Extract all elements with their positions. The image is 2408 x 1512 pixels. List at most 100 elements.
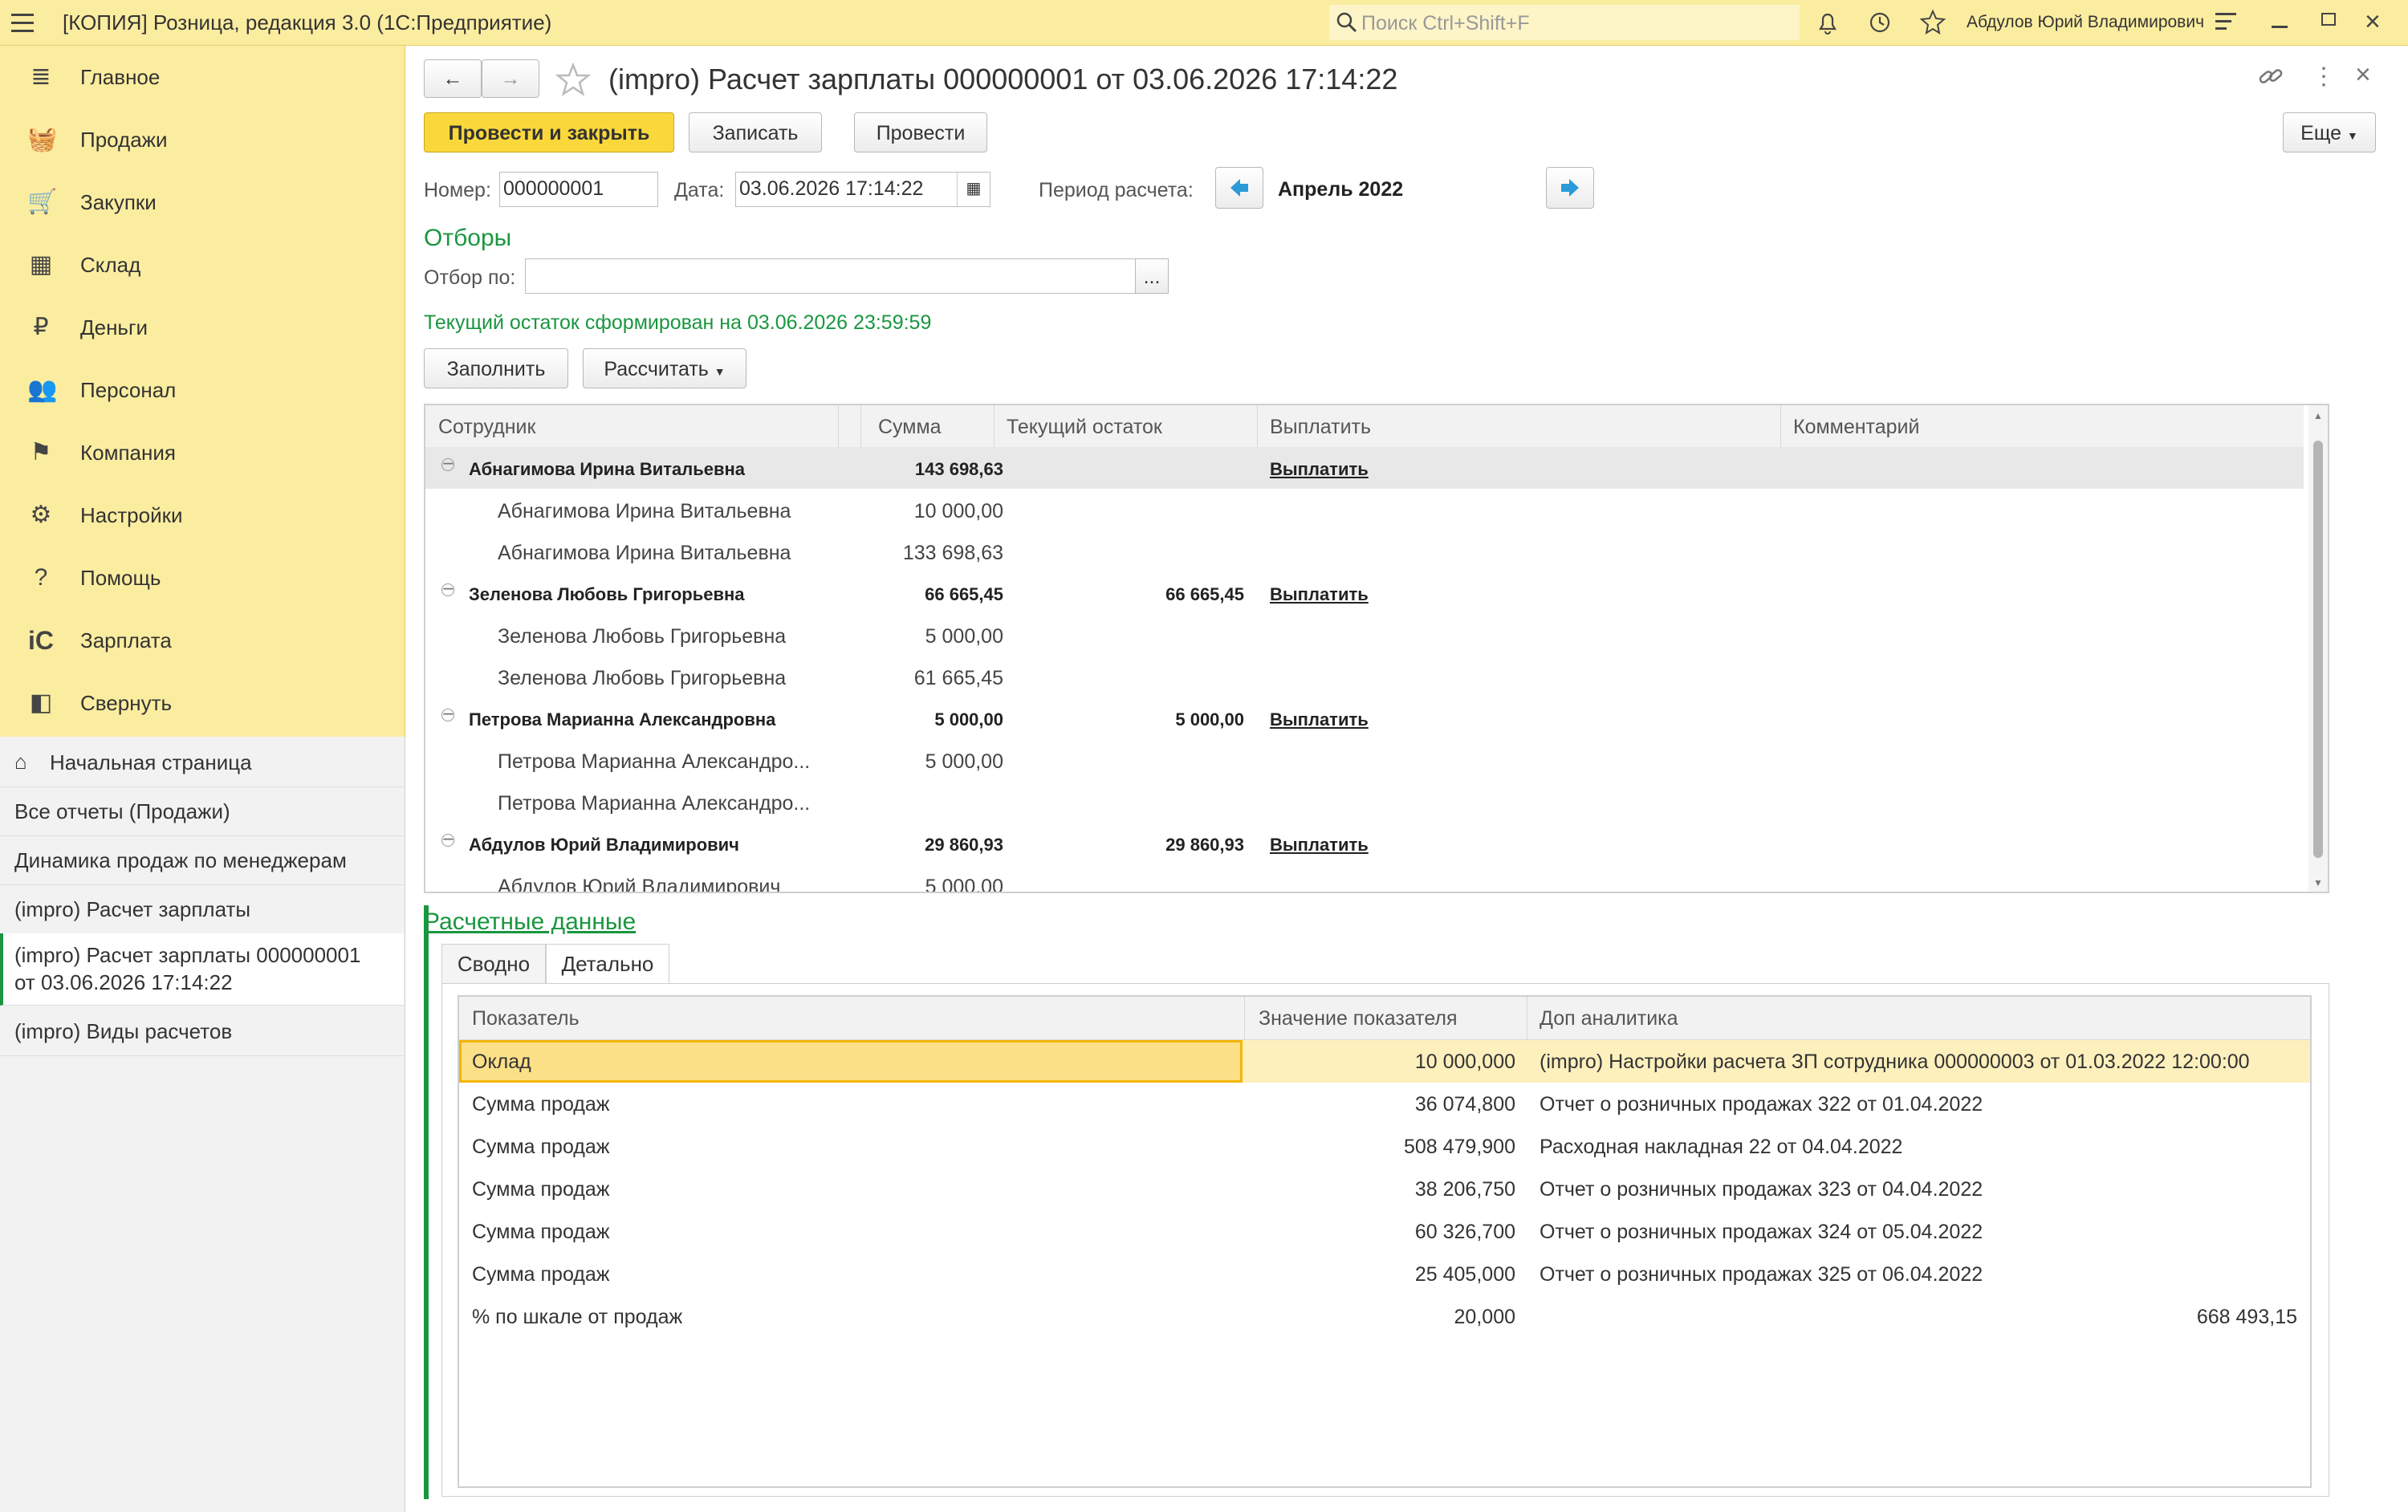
table-row[interactable]: Абнагимова Ирина Витальевна 10 000,00	[425, 489, 2304, 530]
table-row[interactable]: Сумма продаж 508 479,900 Расходная накла…	[459, 1125, 2310, 1168]
table-row[interactable]: Абдулов Юрий Владимирович 5 000,00	[425, 864, 2304, 893]
sidebar-item-personnel[interactable]: 👥 Персонал	[0, 359, 405, 421]
prev-period-button[interactable]	[1215, 167, 1263, 209]
column-header[interactable]: Показатель	[472, 1007, 580, 1030]
number-field[interactable]: 000000001	[499, 172, 658, 207]
sidebar-item-purchases[interactable]: 🛒 Закупки	[0, 171, 405, 234]
column-header[interactable]: Выплатить	[1270, 416, 1371, 439]
table-row[interactable]: Петрова Марианна Александро...	[425, 781, 2304, 823]
filter-field[interactable]	[525, 258, 1137, 294]
open-window-sales-dynamics[interactable]: Динамика продаж по менеджерам	[0, 835, 404, 885]
scroll-up-icon[interactable]: ▲	[2313, 410, 2323, 421]
table-row[interactable]: Сумма продаж 36 074,800 Отчет о розничны…	[459, 1083, 2310, 1125]
table-row-selected[interactable]: Оклад 10 000,000 (impro) Настройки расче…	[459, 1040, 2310, 1083]
sidebar-item-help[interactable]: ? Помощь	[0, 547, 405, 609]
tab-detailed[interactable]: Детально	[546, 944, 669, 984]
warehouse-icon: ▦	[29, 251, 53, 278]
post-and-close-button[interactable]: Провести и закрыть	[424, 112, 674, 152]
more-vertical-icon[interactable]: ⋮	[2312, 63, 2336, 91]
fill-button[interactable]: Заполнить	[424, 348, 568, 388]
date-field[interactable]: 03.06.2026 17:14:22 ▦	[735, 172, 990, 207]
table-row[interactable]: % по шкале от продаж 20,000 668 493,15	[459, 1295, 2310, 1338]
table-row-group[interactable]: − Абнагимова Ирина Витальевна 143 698,63…	[425, 447, 2304, 489]
sidebar-item-main[interactable]: ≣ Главное	[0, 46, 405, 108]
pay-link[interactable]: Выплатить	[1270, 835, 1369, 856]
table-row-group[interactable]: − Зеленова Любовь Григорьевна 66 665,45 …	[425, 572, 2304, 614]
forward-button[interactable]: →	[482, 59, 539, 98]
column-header[interactable]: Доп аналитика	[1540, 1007, 1678, 1030]
calculate-button[interactable]: Рассчитать ▼	[583, 348, 746, 388]
employee-name: Абдулов Юрий Владимирович	[498, 876, 781, 893]
table-row[interactable]: Сумма продаж 60 326,700 Отчет о розничны…	[459, 1210, 2310, 1253]
collapse-group-icon[interactable]: −	[441, 830, 454, 850]
calendar-icon[interactable]: ▦	[957, 173, 990, 206]
minimize-icon[interactable]	[2272, 26, 2288, 28]
settings-menu-icon[interactable]	[2215, 13, 2236, 30]
arrow-left-icon: ←	[442, 67, 463, 90]
column-header[interactable]: Сумма	[878, 416, 942, 439]
calc-section-title[interactable]: Расчетные данные	[424, 908, 636, 936]
back-button[interactable]: ←	[424, 59, 482, 98]
table-row[interactable]: Сумма продаж 25 405,000 Отчет о розничны…	[459, 1253, 2310, 1295]
search-box[interactable]: Поиск Ctrl+Shift+F	[1329, 5, 1800, 40]
employee-name: Зеленова Любовь Григорьевна	[498, 667, 787, 689]
sidebar-item-sales[interactable]: 🧺 Продажи	[0, 108, 405, 171]
collapse-group-icon[interactable]: −	[441, 705, 454, 725]
table-header: Показатель Значение показателя Доп анали…	[459, 997, 2310, 1040]
sidebar-item-label: Свернуть	[80, 691, 173, 715]
user-name[interactable]: Абдулов Юрий Владимирович	[1967, 13, 2204, 32]
sidebar-item-collapse[interactable]: ◧ Свернуть	[0, 672, 405, 734]
close-form-icon[interactable]: ×	[2355, 59, 2371, 91]
collapse-group-icon[interactable]: −	[441, 579, 454, 600]
sidebar-item-money[interactable]: ₽ Деньги	[0, 296, 405, 359]
open-window-home[interactable]: ⌂ Начальная страница	[0, 737, 404, 787]
sidebar-item-salary[interactable]: iC Зарплата	[0, 609, 405, 672]
table-row[interactable]: Абнагимова Ирина Витальевна 133 698,63	[425, 530, 2304, 572]
sidebar-item-settings[interactable]: ⚙ Настройки	[0, 484, 405, 547]
close-window-icon[interactable]: ×	[2365, 6, 2381, 38]
filter-select-button[interactable]: ...	[1135, 258, 1169, 294]
history-icon[interactable]	[1867, 10, 1893, 35]
favorites-star-icon[interactable]	[1920, 9, 1946, 35]
open-window-calc-types[interactable]: (impro) Виды расчетов	[0, 1006, 404, 1056]
column-header[interactable]: Значение показателя	[1259, 1007, 1458, 1030]
tab-summary[interactable]: Сводно	[441, 944, 546, 984]
table-row[interactable]: Сумма продаж 38 206,750 Отчет о розничны…	[459, 1168, 2310, 1210]
scroll-down-icon[interactable]: ▼	[2313, 877, 2323, 888]
selected-cell[interactable]	[459, 1040, 1243, 1083]
hamburger-menu-icon[interactable]	[11, 11, 34, 32]
pay-link[interactable]: Выплатить	[1270, 709, 1369, 730]
table-row-group[interactable]: − Абдулов Юрий Владимирович 29 860,93 29…	[425, 823, 2304, 864]
vertical-scrollbar[interactable]: ▲ ▼	[2308, 405, 2328, 892]
more-button[interactable]: Еще ▼	[2283, 112, 2376, 152]
open-window-all-reports[interactable]: Все отчеты (Продажи)	[0, 786, 404, 836]
restore-icon[interactable]	[2321, 13, 2336, 26]
column-header[interactable]: Сотрудник	[438, 416, 535, 439]
next-period-button[interactable]	[1546, 167, 1594, 209]
post-button[interactable]: Провести	[854, 112, 987, 152]
table-row[interactable]: Петрова Марианна Александро... 5 000,00	[425, 739, 2304, 781]
table-row[interactable]: Зеленова Любовь Григорьевна 5 000,00	[425, 614, 2304, 656]
column-header[interactable]: Текущий остаток	[1007, 416, 1162, 439]
open-window-salary-doc[interactable]: (impro) Расчет зарплаты 000000001 от 03.…	[0, 933, 404, 1006]
save-button[interactable]: Записать	[689, 112, 822, 152]
pay-link[interactable]: Выплатить	[1270, 584, 1369, 605]
employees-table[interactable]: Сотрудник Сумма Текущий остаток Выплатит…	[424, 404, 2329, 893]
scrollbar-thumb[interactable]	[2313, 441, 2323, 858]
link-icon[interactable]	[2257, 64, 2284, 88]
table-row-group[interactable]: − Петрова Марианна Александровна 5 000,0…	[425, 697, 2304, 739]
indicator-analytics: (impro) Настройки расчета ЗП сотрудника …	[1540, 1051, 2250, 1073]
table-row[interactable]: Зеленова Любовь Григорьевна 61 665,45	[425, 656, 2304, 697]
employee-name: Абнагимова Ирина Витальевна	[469, 459, 746, 479]
pay-link[interactable]: Выплатить	[1270, 459, 1369, 480]
calc-details-table[interactable]: Показатель Значение показателя Доп анали…	[458, 995, 2312, 1488]
sidebar-item-company[interactable]: ⚑ Компания	[0, 421, 405, 484]
1c-icon: iC	[28, 626, 54, 655]
open-window-salary-list[interactable]: (impro) Расчет зарплаты	[0, 884, 404, 934]
column-header[interactable]: Комментарий	[1793, 416, 1919, 439]
collapse-group-icon[interactable]: −	[441, 454, 454, 474]
favorite-star-icon[interactable]	[555, 63, 591, 96]
sidebar-item-warehouse[interactable]: ▦ Склад	[0, 234, 405, 296]
bell-icon[interactable]	[1816, 10, 1840, 35]
indicator-analytics: Отчет о розничных продажах 325 от 06.04.…	[1540, 1263, 1983, 1286]
